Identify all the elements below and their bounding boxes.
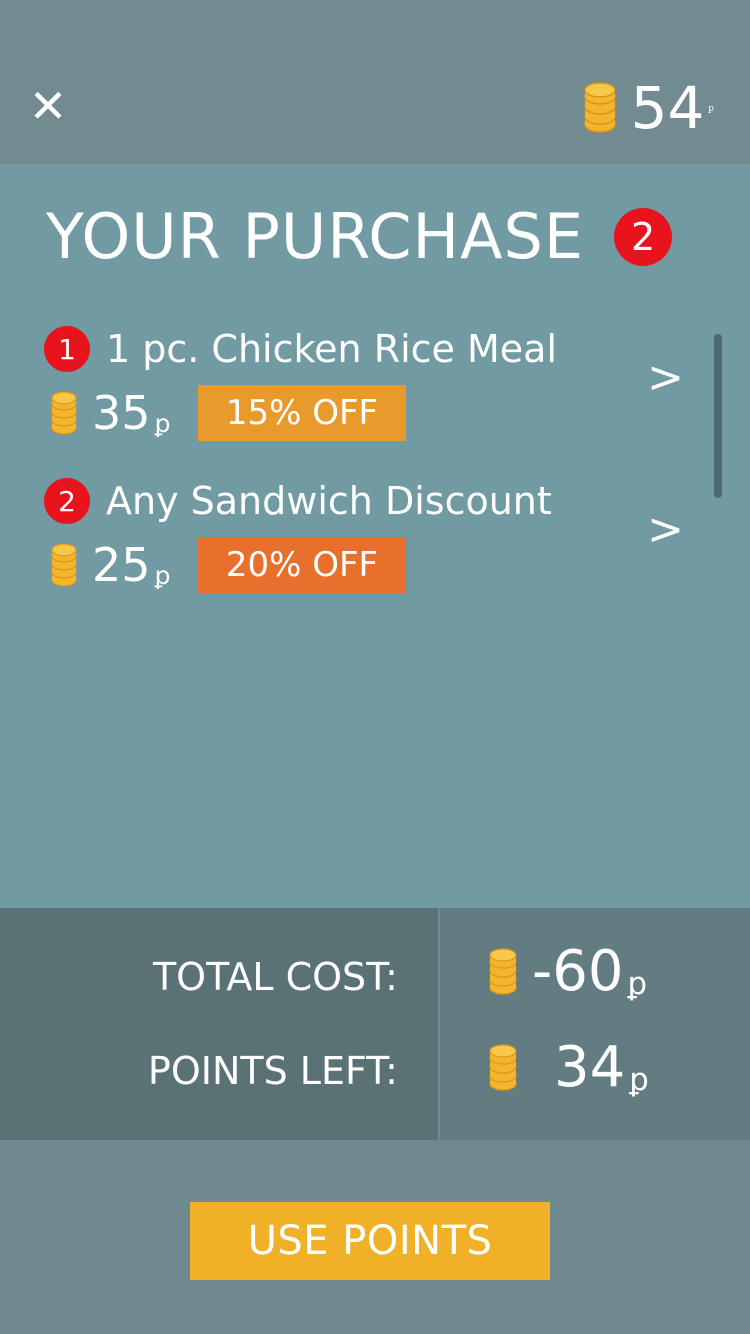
points-left-label: POINTS LEFT:: [147, 1049, 398, 1093]
item-number-badge: 2: [44, 478, 90, 524]
item-name: Any Sandwich Discount: [106, 479, 552, 523]
coin-icon: [488, 947, 518, 997]
use-points-button[interactable]: USE POINTS: [190, 1202, 550, 1280]
item-number-badge: 1: [44, 326, 90, 372]
item-price: 35 ꝑ: [92, 386, 171, 440]
discount-badge: 20% OFF: [198, 537, 406, 593]
close-button[interactable]: ✕: [26, 79, 70, 133]
coin-icon: [50, 390, 78, 436]
coin-icon: [488, 1043, 518, 1093]
item-name: 1 pc. Chicken Rice Meal: [106, 327, 558, 371]
chevron-right-icon[interactable]: >: [647, 508, 684, 552]
cost-summary: TOTAL COST: POINTS LEFT: -60 ꝑ 34 ꝑ: [0, 908, 750, 1140]
coin-icon: [583, 81, 617, 135]
scrollbar[interactable]: [714, 334, 722, 498]
purchase-panel: YOUR PURCHASE 2 1 1 pc. Chicken Rice Mea…: [0, 164, 750, 908]
chevron-right-icon[interactable]: >: [647, 356, 684, 400]
item-price: 25 ꝑ: [92, 538, 171, 592]
list-item[interactable]: 2 Any Sandwich Discount 25 ꝑ 20% OFF >: [44, 476, 704, 606]
total-cost-value: -60 ꝑ: [488, 942, 647, 1002]
top-bar: ✕ 54 ꝑ: [0, 0, 750, 164]
discount-badge: 15% OFF: [198, 385, 406, 441]
item-count-badge: 2: [614, 208, 673, 266]
coin-icon: [50, 542, 78, 588]
currency-symbol: ꝑ: [708, 103, 714, 114]
points-left-value: 34 ꝑ: [488, 1038, 649, 1098]
points-balance: 54 ꝑ: [583, 78, 714, 138]
list-item[interactable]: 1 1 pc. Chicken Rice Meal 35 ꝑ 15% OFF >: [44, 324, 704, 454]
page-title: YOUR PURCHASE: [46, 200, 585, 273]
action-bar: USE POINTS: [0, 1140, 750, 1334]
balance-value: 54: [630, 74, 705, 142]
close-icon: ✕: [28, 79, 68, 133]
total-cost-label: TOTAL COST:: [152, 955, 398, 999]
